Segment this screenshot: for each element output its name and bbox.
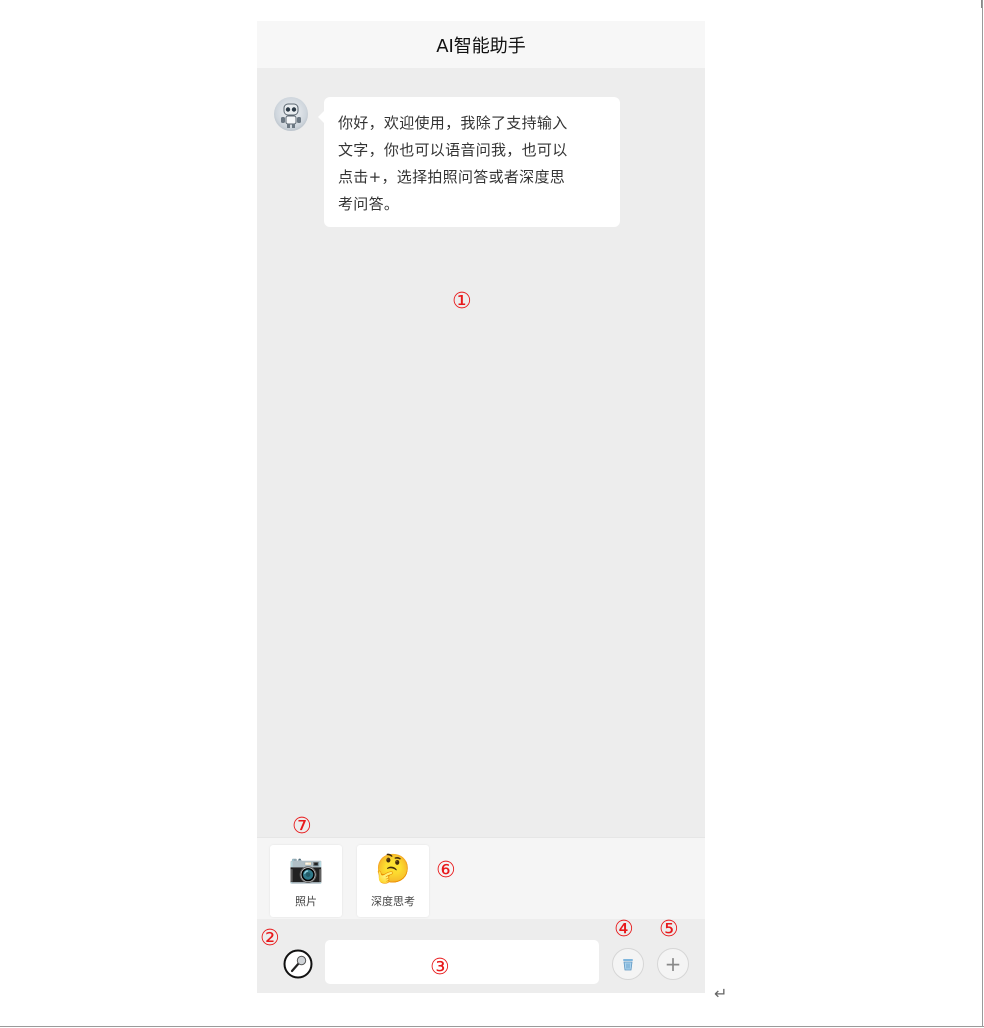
annotation-marker-3: ③ (430, 955, 450, 980)
annotation-marker-5: ⑤ (659, 917, 679, 942)
phone-screen: AI智能助手 你好，欢迎使用，我除了支持输入 文字，你也可以语音问我，也可以 点… (257, 21, 705, 993)
tool-label: 深度思考 (371, 895, 415, 908)
plus-icon: + (664, 952, 682, 976)
message-line: 考问答。 (338, 195, 400, 213)
message-input[interactable] (325, 940, 599, 984)
annotation-marker-6: ⑥ (436, 858, 456, 883)
voice-input-button[interactable] (283, 949, 313, 979)
annotation-marker-7: ⑦ (292, 814, 312, 839)
message-line: 文字，你也可以语音问我，也可以 (338, 141, 568, 159)
tool-label: 照片 (295, 895, 317, 908)
message-line: 你好，欢迎使用，我除了支持输入 (338, 114, 568, 132)
microphone-icon (283, 949, 313, 979)
photo-tool-button[interactable]: 📷 照片 (270, 845, 342, 917)
robot-icon (274, 97, 308, 131)
app-header: AI智能助手 (257, 21, 705, 68)
annotation-marker-4: ④ (614, 917, 634, 942)
assistant-message-bubble: 你好，欢迎使用，我除了支持输入 文字，你也可以语音问我，也可以 点击+，选择拍照… (318, 97, 620, 227)
add-button[interactable]: + (657, 948, 689, 980)
page-border-bottom (0, 1026, 984, 1027)
chat-area[interactable]: 你好，欢迎使用，我除了支持输入 文字，你也可以语音问我，也可以 点击+，选择拍照… (257, 68, 705, 838)
message-line: 点击+，选择拍照问答或者深度思 (338, 168, 566, 186)
page-title: AI智能助手 (436, 35, 526, 57)
tool-panel: 📷 照片 🤔 深度思考 ⑥ (257, 837, 705, 920)
input-bar: ② ③ ④ ⑤ + (257, 919, 705, 993)
annotation-marker-2: ② (260, 926, 280, 951)
clear-chat-button[interactable] (612, 948, 644, 980)
page-border-right (982, 0, 983, 1026)
annotation-marker-1: ① (452, 289, 472, 314)
thinking-face-icon: 🤔 (375, 852, 411, 885)
trash-icon (623, 959, 633, 971)
camera-icon: 📷 (288, 852, 324, 885)
deep-thinking-tool-button[interactable]: 🤔 深度思考 (357, 845, 429, 917)
paragraph-mark: ↵ (714, 984, 728, 1003)
